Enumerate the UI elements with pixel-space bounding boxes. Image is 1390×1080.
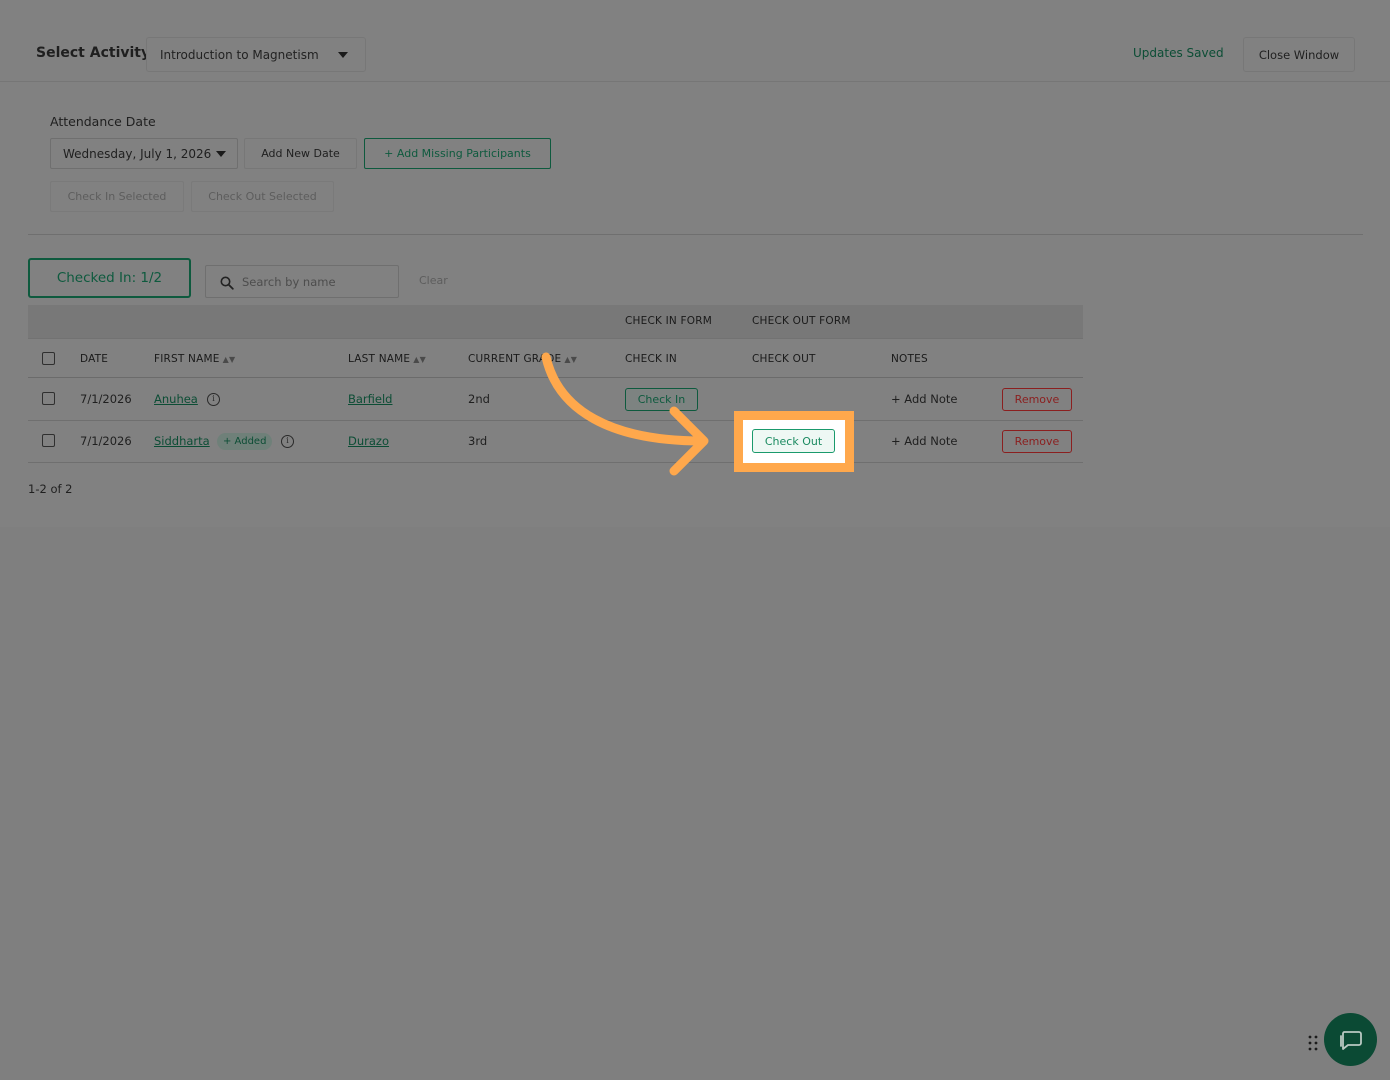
search-field[interactable] xyxy=(205,265,399,298)
add-new-date-button[interactable]: Add New Date xyxy=(244,138,357,169)
activity-dropdown-value: Introduction to Magnetism xyxy=(160,47,319,62)
row-checkbox[interactable] xyxy=(42,434,55,447)
select-activity-label: Select Activity: xyxy=(36,45,156,61)
clear-search-button[interactable]: Clear xyxy=(419,274,448,287)
row-date: 7/1/2026 xyxy=(80,434,132,448)
updates-saved-status: Updates Saved xyxy=(1133,46,1224,60)
date-column-header: DATE xyxy=(80,353,109,365)
check-out-column-header: CHECK OUT xyxy=(752,353,816,365)
section-divider xyxy=(28,234,1363,235)
check-out-selected-button[interactable]: Check Out Selected xyxy=(191,181,334,212)
remove-button[interactable]: Remove xyxy=(1002,388,1072,411)
page-header: Select Activity: Introduction to Magneti… xyxy=(0,0,1390,82)
search-icon xyxy=(220,275,234,290)
notes-column-header: NOTES xyxy=(891,353,928,365)
drag-handle-icon[interactable] xyxy=(1308,1034,1318,1052)
chat-icon xyxy=(1339,1030,1362,1050)
caret-down-icon xyxy=(338,52,348,58)
added-badge: + Added xyxy=(217,433,273,450)
activity-dropdown[interactable]: Introduction to Magnetism xyxy=(146,37,366,72)
row-checkbox[interactable] xyxy=(42,392,55,405)
table-group-header: CHECK IN FORM CHECK OUT FORM xyxy=(28,305,1083,338)
row-grade: 2nd xyxy=(468,392,490,406)
remove-button[interactable]: Remove xyxy=(1002,430,1072,453)
add-missing-participants-button[interactable]: + Add Missing Participants xyxy=(364,138,551,169)
sort-icon: ▲▼ xyxy=(222,355,236,364)
last-name-column-header[interactable]: LAST NAME ▲▼ xyxy=(348,353,426,365)
row-grade: 3rd xyxy=(468,434,488,448)
first-name-link[interactable]: Siddharta xyxy=(154,434,210,448)
add-note-link[interactable]: + Add Note xyxy=(891,392,957,406)
close-window-button[interactable]: Close Window xyxy=(1243,37,1355,72)
info-icon[interactable]: i xyxy=(207,393,220,406)
first-name-link[interactable]: Anuhea xyxy=(154,392,198,406)
sort-icon: ▲▼ xyxy=(413,355,426,364)
check-out-button[interactable]: Check Out xyxy=(752,429,835,453)
attendance-date-label: Attendance Date xyxy=(50,114,156,129)
pagination-summary: 1-2 of 2 xyxy=(28,482,73,496)
check-in-selected-button[interactable]: Check In Selected xyxy=(50,181,184,212)
row-date: 7/1/2026 xyxy=(80,392,132,406)
search-input[interactable] xyxy=(242,274,392,290)
last-name-link[interactable]: Durazo xyxy=(348,434,389,448)
check-in-form-header: CHECK IN FORM xyxy=(625,315,712,327)
checked-in-count-badge[interactable]: Checked In: 1/2 xyxy=(28,258,191,298)
last-name-header-label: LAST NAME xyxy=(348,353,411,365)
curved-arrow-annotation xyxy=(541,352,709,476)
first-name-column-header[interactable]: FIRST NAME ▲▼ xyxy=(154,353,235,365)
caret-down-icon xyxy=(216,151,226,157)
info-icon[interactable]: i xyxy=(281,435,294,448)
attendance-date-dropdown[interactable]: Wednesday, July 1, 2026 xyxy=(50,138,238,169)
chat-button[interactable] xyxy=(1324,1013,1377,1066)
add-note-link[interactable]: + Add Note xyxy=(891,434,957,448)
check-out-form-header: CHECK OUT FORM xyxy=(752,315,851,327)
attendance-date-value: Wednesday, July 1, 2026 xyxy=(63,146,212,161)
first-name-header-label: FIRST NAME xyxy=(154,353,220,365)
last-name-link[interactable]: Barfield xyxy=(348,392,392,406)
select-all-checkbox[interactable] xyxy=(42,352,55,365)
